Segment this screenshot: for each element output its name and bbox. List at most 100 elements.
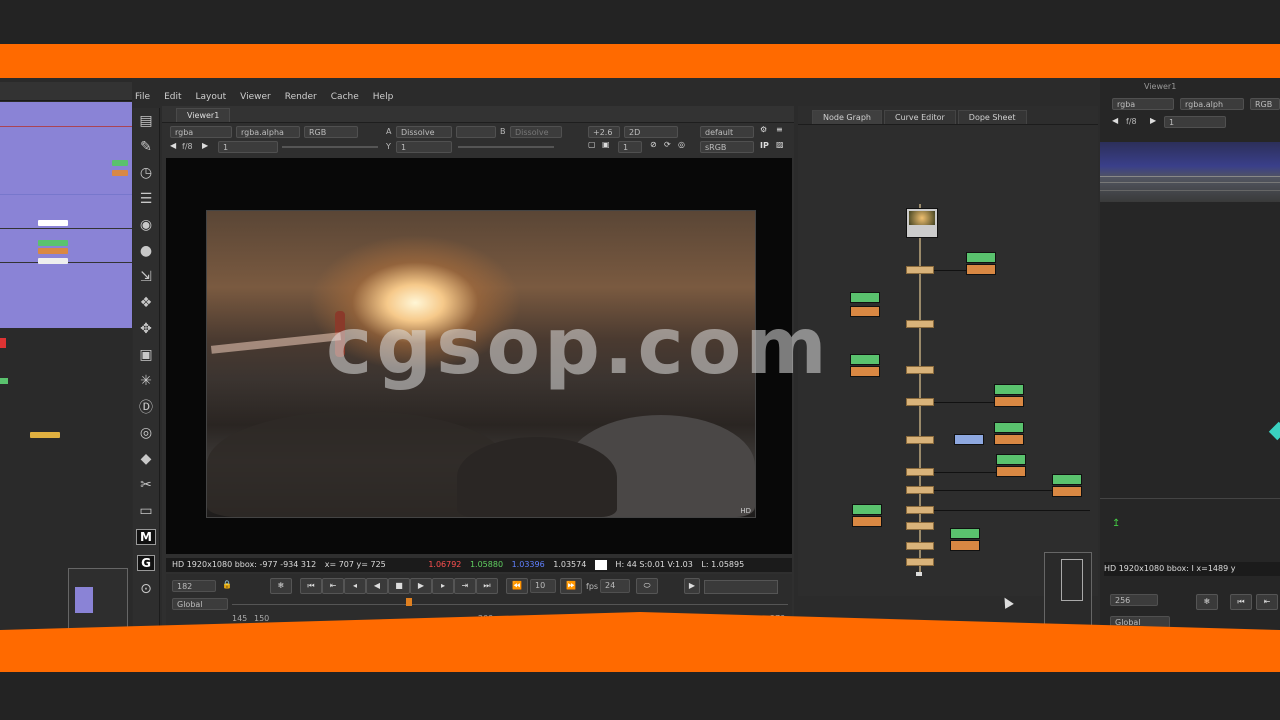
right-frame-fwd-icon[interactable]: ▶ bbox=[1150, 116, 1156, 125]
menu-icon[interactable]: ≡ bbox=[776, 125, 783, 134]
menu-layout[interactable]: Layout bbox=[196, 92, 227, 102]
mode-dropdown[interactable]: RGB bbox=[304, 126, 358, 138]
node-graph-panel[interactable]: Node Graph Curve Editor Dope Sheet bbox=[798, 106, 1098, 596]
other-icon[interactable]: ▭ bbox=[133, 498, 159, 524]
playhead[interactable] bbox=[406, 598, 412, 606]
tab-dope-sheet[interactable]: Dope Sheet bbox=[957, 110, 1027, 124]
menu-render[interactable]: Render bbox=[285, 92, 317, 102]
gain-slider[interactable] bbox=[282, 146, 378, 148]
grade-node[interactable] bbox=[950, 528, 980, 539]
pause-icon[interactable]: ⊘ bbox=[650, 140, 657, 149]
m-plugin-icon[interactable]: M bbox=[133, 524, 159, 550]
time-icon[interactable]: ◷ bbox=[133, 160, 159, 186]
gain-field[interactable]: +2.6 bbox=[588, 126, 620, 138]
ip-button[interactable]: IP bbox=[760, 141, 769, 150]
transform-node[interactable] bbox=[850, 306, 880, 317]
image-icon[interactable]: ▤ bbox=[133, 108, 159, 134]
b-operation-dropdown[interactable]: Dissolve bbox=[510, 126, 562, 138]
filter-icon[interactable]: ● bbox=[133, 238, 159, 264]
right-frame-input[interactable]: 256 bbox=[1110, 594, 1158, 606]
particles-icon[interactable]: ✳ bbox=[133, 368, 159, 394]
refresh-icon[interactable]: ⟳ bbox=[664, 140, 671, 149]
transform-node[interactable] bbox=[994, 434, 1024, 445]
flipbook-icon[interactable]: ❄ bbox=[270, 578, 292, 594]
wipe-icon[interactable]: ▨ bbox=[776, 140, 784, 149]
right-flipbook-icon[interactable]: ❄ bbox=[1196, 594, 1218, 610]
left-node[interactable] bbox=[30, 432, 60, 438]
grade-node[interactable] bbox=[966, 252, 996, 263]
view-mode-dropdown[interactable]: 2D bbox=[624, 126, 678, 138]
frame-back-icon[interactable]: ◀ bbox=[170, 141, 176, 150]
right-mode-dropdown[interactable]: RGB bbox=[1250, 98, 1280, 110]
menu-edit[interactable]: Edit bbox=[164, 92, 181, 102]
merge-node[interactable] bbox=[906, 558, 934, 566]
fps-input[interactable]: 24 bbox=[600, 579, 630, 593]
node-graph-minimap[interactable] bbox=[1044, 552, 1092, 630]
right-frame-back-icon[interactable]: ◀ bbox=[1112, 116, 1118, 125]
read-node[interactable] bbox=[906, 208, 938, 238]
grade-node[interactable] bbox=[850, 292, 880, 303]
proxy-dropdown[interactable]: 1 bbox=[618, 141, 642, 153]
tab-node-graph[interactable]: Node Graph bbox=[812, 110, 882, 124]
timeline[interactable] bbox=[232, 604, 788, 605]
display-icon[interactable]: ▣ bbox=[602, 140, 610, 149]
right-alpha-dropdown[interactable]: rgba.alph bbox=[1180, 98, 1244, 110]
colorspace-dropdown[interactable]: sRGB bbox=[700, 141, 754, 153]
transform-node[interactable] bbox=[996, 466, 1026, 477]
grade-node[interactable] bbox=[994, 384, 1024, 395]
current-frame-input[interactable]: 182 bbox=[172, 580, 216, 592]
play-backward-icon[interactable]: ◀ bbox=[366, 578, 388, 594]
right-prev-keyframe-icon[interactable]: ⇤ bbox=[1256, 594, 1278, 610]
merge-node[interactable] bbox=[906, 436, 934, 444]
keyer-icon[interactable]: ⇲ bbox=[133, 264, 159, 290]
grade-node[interactable] bbox=[852, 504, 882, 515]
merge-node[interactable] bbox=[906, 320, 934, 328]
step-input[interactable]: 10 bbox=[530, 579, 556, 593]
shuffle-node[interactable] bbox=[954, 434, 984, 445]
settings-icon[interactable]: ⊙ bbox=[133, 576, 159, 602]
merge-node[interactable] bbox=[906, 366, 934, 374]
alpha-dropdown[interactable]: rgba.alpha bbox=[236, 126, 300, 138]
views-icon[interactable]: ◎ bbox=[133, 420, 159, 446]
merge-node[interactable] bbox=[906, 266, 934, 274]
menu-cache[interactable]: Cache bbox=[331, 92, 359, 102]
stop-icon[interactable]: ■ bbox=[388, 578, 410, 594]
right-node[interactable] bbox=[1268, 421, 1280, 441]
transform-node[interactable] bbox=[950, 540, 980, 551]
transform-node[interactable] bbox=[850, 366, 880, 377]
tab-curve-editor[interactable]: Curve Editor bbox=[883, 110, 956, 124]
transform-icon[interactable]: ✥ bbox=[133, 316, 159, 342]
toolsets-icon[interactable]: ✂ bbox=[133, 472, 159, 498]
settings-icon[interactable]: ⚙ bbox=[760, 125, 767, 134]
audio-track[interactable] bbox=[704, 580, 778, 594]
prev-keyframe-icon[interactable]: ⇤ bbox=[322, 578, 344, 594]
right-frame-input[interactable]: 1 bbox=[1164, 116, 1226, 128]
next-frame-icon[interactable]: ▸ bbox=[432, 578, 454, 594]
grade-node[interactable] bbox=[996, 454, 1026, 465]
lut-dropdown[interactable]: default bbox=[700, 126, 754, 138]
frame-fwd-icon[interactable]: ▶ bbox=[202, 141, 208, 150]
right-viewer-tab[interactable]: Viewer1 bbox=[1100, 82, 1176, 96]
audio-icon[interactable]: ▶ bbox=[684, 578, 700, 594]
merge-node[interactable] bbox=[906, 506, 934, 514]
a-input-dropdown[interactable] bbox=[456, 126, 496, 138]
tab-viewer1[interactable]: Viewer1 bbox=[176, 108, 231, 122]
first-frame-icon[interactable]: ⏮ bbox=[300, 578, 322, 594]
right-channels-dropdown[interactable]: rgba bbox=[1112, 98, 1174, 110]
scope-dropdown[interactable]: Global bbox=[172, 598, 228, 610]
merge-node[interactable] bbox=[906, 486, 934, 494]
prev-frame-icon[interactable]: ◂ bbox=[344, 578, 366, 594]
skip-back-icon[interactable]: ⏪ bbox=[506, 578, 528, 594]
menu-help[interactable]: Help bbox=[373, 92, 394, 102]
frame-input[interactable]: 1 bbox=[218, 141, 278, 153]
next-keyframe-icon[interactable]: ⇥ bbox=[454, 578, 476, 594]
merge-node[interactable] bbox=[906, 522, 934, 530]
right-viewer-canvas[interactable] bbox=[1100, 142, 1280, 202]
skip-forward-icon[interactable]: ⏩ bbox=[560, 578, 582, 594]
g-plugin-icon[interactable]: G bbox=[133, 550, 159, 576]
channels-dropdown[interactable]: rgba bbox=[170, 126, 232, 138]
metadata-icon[interactable]: ◆ bbox=[133, 446, 159, 472]
color-icon[interactable]: ◉ bbox=[133, 212, 159, 238]
stop-icon[interactable]: ◎ bbox=[678, 140, 685, 149]
right-first-frame-icon[interactable]: ⏮ bbox=[1230, 594, 1252, 610]
